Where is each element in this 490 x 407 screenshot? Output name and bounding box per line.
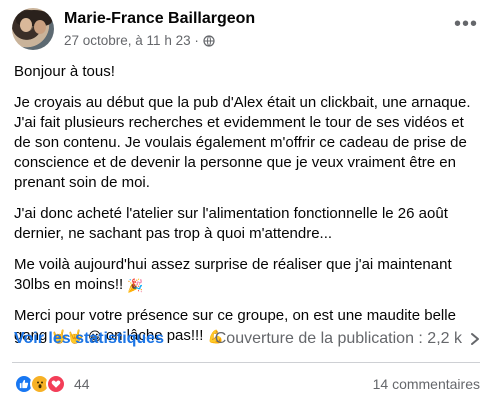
post-header: Marie-France Baillargeon 27 octobre, à 1… <box>12 8 480 54</box>
post-body: Bonjour à tous! Je croyais au début que … <box>14 62 482 357</box>
love-reaction-icon <box>46 374 66 394</box>
divider <box>12 362 480 363</box>
reactions-summary[interactable]: 44 <box>14 374 90 394</box>
paragraph-intro: Je croyais au début que la pub d'Alex ét… <box>14 94 471 191</box>
post-reach[interactable]: Couverture de la publication : 2,2 k <box>215 330 482 348</box>
paragraph-result-text: Me voilà aujourd'hui assez surprise de r… <box>14 256 452 293</box>
comments-count[interactable]: 14 commentaires <box>373 376 480 392</box>
reach-label: Couverture de la publication : 2,2 k <box>214 330 462 347</box>
globe-icon <box>203 34 215 47</box>
facebook-post: Marie-France Baillargeon 27 octobre, à 1… <box>0 0 490 407</box>
paragraph-purchase: J'ai donc acheté l'atelier sur l'aliment… <box>14 205 448 242</box>
view-stats-link[interactable]: Voir les statistiques <box>14 330 164 348</box>
post-timestamp[interactable]: 27 octobre, à 11 h 23 · <box>64 33 199 48</box>
more-horizontal-icon[interactable]: ••• <box>454 14 478 34</box>
insights-row: Voir les statistiques Couverture de la p… <box>14 327 482 351</box>
paragraph-greeting: Bonjour à tous! <box>14 63 115 80</box>
post-meta: 27 octobre, à 11 h 23 · <box>64 33 215 48</box>
party-icon: 🎉 <box>127 278 144 293</box>
reaction-count: 44 <box>74 376 90 392</box>
paragraph-result: Me voilà aujourd'hui assez surprise de r… <box>14 255 482 295</box>
avatar[interactable] <box>12 8 54 50</box>
author-name[interactable]: Marie-France Baillargeon <box>64 10 255 28</box>
post-footer: 44 14 commentaires <box>14 372 480 396</box>
chevron-right-icon <box>471 333 479 345</box>
